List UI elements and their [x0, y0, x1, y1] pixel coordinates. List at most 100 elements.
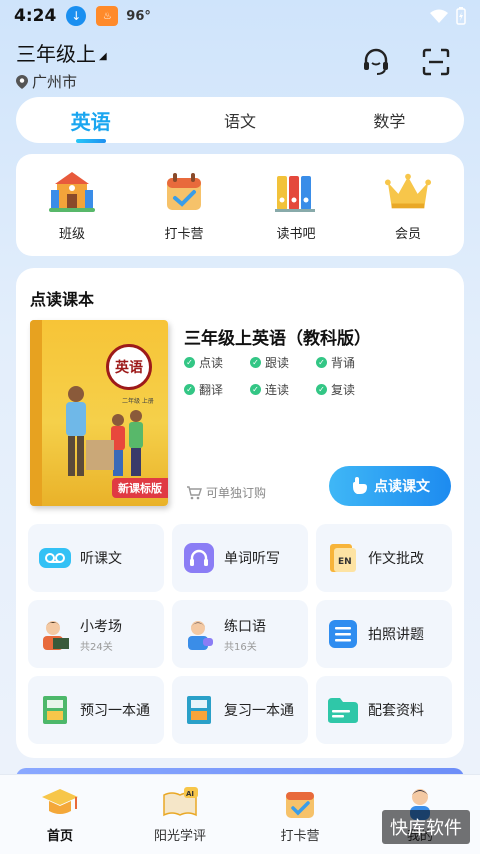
feature-list: ✓ 点读 ✓ 跟读 ✓ 背诵 ✓ 翻译 ✓ 连读 ✓ 复读 [184, 354, 384, 398]
grid-label: 预习一本通 [80, 703, 150, 719]
app-header: 三年级上 ◢ 广州市 [16, 38, 464, 91]
headset-icon [364, 48, 388, 75]
nav-assessment[interactable]: AI 阳光学评 [120, 775, 240, 854]
feature-item: ✓ 翻译 [184, 381, 250, 398]
book-name: 三年级上英语（教科版） [184, 329, 371, 349]
grid-item-essay-correction[interactable]: EN 作文批改 [316, 524, 452, 592]
grade-label: 三年级上 [16, 42, 96, 66]
location-pin-icon [16, 74, 28, 89]
grid-label: 配套资料 [368, 703, 424, 719]
grid-item-word-dictation[interactable]: 单词听写 [172, 524, 308, 592]
listen-icon [38, 541, 72, 575]
book-edition-badge: 新课标版 [112, 478, 168, 498]
book-spine [30, 320, 42, 506]
grid-item-review-book[interactable]: 复习一本通 [172, 676, 308, 744]
grid-item-materials[interactable]: 配套资料 [316, 676, 452, 744]
grid-item-speaking[interactable]: 练口语 共16关 [172, 600, 308, 668]
grid-label: 小考场 [80, 618, 122, 635]
ai-book-icon: AI [160, 785, 200, 821]
quick-label-class: 班级 [58, 226, 85, 242]
binders-icon [272, 169, 320, 215]
feature-item: ✓ 点读 [184, 354, 250, 371]
teacher-icon [38, 617, 72, 651]
feature-item: ✓ 连读 [250, 381, 316, 398]
feature-grid: 听课文 单词听写 EN 作文批改 小考场 共24关 练口语 共16关 拍照讲题 … [28, 524, 452, 744]
quick-label-member: 会员 [394, 226, 421, 242]
graduation-cap-icon [40, 785, 80, 821]
nav-label: 打卡营 [280, 829, 320, 844]
grid-label: 听课文 [80, 551, 122, 567]
app-notification-icon: ♨ [96, 6, 119, 26]
calendar-check-icon [280, 785, 320, 821]
crown-icon [384, 169, 432, 215]
grid-item-photo-explain[interactable]: 拍照讲题 [316, 600, 452, 668]
check-icon: ✓ [250, 357, 261, 368]
quick-label-reading: 读书吧 [276, 226, 316, 242]
check-icon: ✓ [250, 384, 261, 395]
status-temperature: 96° [126, 8, 151, 24]
book-cover[interactable]: 英语 二年级 上册 新课标版 [30, 320, 168, 506]
feature-item: ✓ 跟读 [250, 354, 316, 371]
location-label: 广州市 [32, 73, 78, 91]
grid-sublabel: 共16关 [224, 641, 257, 653]
preview-book-icon [38, 693, 72, 727]
check-icon: ✓ [184, 357, 195, 368]
folder-icon [326, 693, 360, 727]
grid-label: 复习一本通 [224, 703, 294, 719]
subject-tabs: 英语 语文 数学 [16, 97, 464, 143]
customer-service-button[interactable] [358, 44, 394, 80]
review-book-icon [182, 693, 216, 727]
status-bar: 4:24 ↓ ♨ 96° [0, 0, 480, 32]
textbook-card: 点读课本 英语 二年级 上册 新课标版 三年级上英语（教科版） ✓ 点读 ✓ 跟读 … [16, 268, 464, 758]
read-text-label: 点读课文 [374, 479, 430, 495]
pointer-hand-icon [353, 477, 367, 494]
nav-home[interactable]: 首页 [0, 775, 120, 854]
tab-english[interactable]: 英语 [16, 106, 165, 135]
grid-sublabel: 共24关 [80, 641, 113, 653]
quick-entries: 班级 打卡营 读书吧 会员 [16, 154, 464, 256]
quick-item-class[interactable]: 班级 [27, 169, 117, 242]
battery-icon [456, 7, 466, 25]
headphones-icon [182, 541, 216, 575]
quick-item-reading[interactable]: 读书吧 [251, 169, 341, 242]
feature-item: ✓ 背诵 [316, 354, 382, 371]
photo-list-icon [326, 617, 360, 651]
check-icon: ✓ [184, 384, 195, 395]
tab-chinese[interactable]: 语文 [165, 108, 314, 132]
nav-checkin[interactable]: 打卡营 [240, 775, 360, 854]
calendar-check-icon [160, 169, 208, 215]
buy-separately-link[interactable]: 可单独订购 [186, 484, 266, 501]
quick-item-member[interactable]: 会员 [363, 169, 453, 242]
grid-item-mini-exam[interactable]: 小考场 共24关 [28, 600, 164, 668]
scan-icon [422, 48, 450, 76]
card-title: 点读课本 [30, 290, 95, 309]
check-icon: ✓ [316, 357, 327, 368]
read-text-button[interactable]: 点读课文 [329, 466, 451, 506]
quick-label-checkin: 打卡营 [164, 226, 204, 242]
svg-text:EN: EN [338, 557, 352, 567]
grid-label: 单词听写 [224, 551, 280, 567]
essay-icon: EN [326, 541, 360, 575]
grid-label: 练口语 [224, 618, 266, 635]
svg-text:AI: AI [186, 790, 194, 798]
grid-item-listen-text[interactable]: 听课文 [28, 524, 164, 592]
watermark: 快库软件 [382, 810, 470, 844]
school-icon [48, 169, 96, 215]
download-icon: ↓ [66, 6, 87, 26]
nav-label: 阳光学评 [153, 829, 206, 844]
grid-item-preview-book[interactable]: 预习一本通 [28, 676, 164, 744]
tab-math[interactable]: 数学 [315, 108, 464, 132]
buy-label: 可单独订购 [206, 486, 267, 500]
grid-label: 作文批改 [368, 551, 424, 567]
nav-label: 首页 [46, 829, 73, 844]
speaking-icon [182, 617, 216, 651]
grid-label: 拍照讲题 [368, 627, 424, 643]
scan-button[interactable] [418, 44, 454, 80]
quick-item-checkin[interactable]: 打卡营 [139, 169, 229, 242]
wifi-icon [430, 9, 448, 23]
book-illustration [66, 386, 143, 476]
status-time: 4:24 [14, 6, 57, 26]
caret-down-icon: ◢ [99, 51, 107, 62]
check-icon: ✓ [316, 384, 327, 395]
cart-icon [187, 485, 202, 499]
